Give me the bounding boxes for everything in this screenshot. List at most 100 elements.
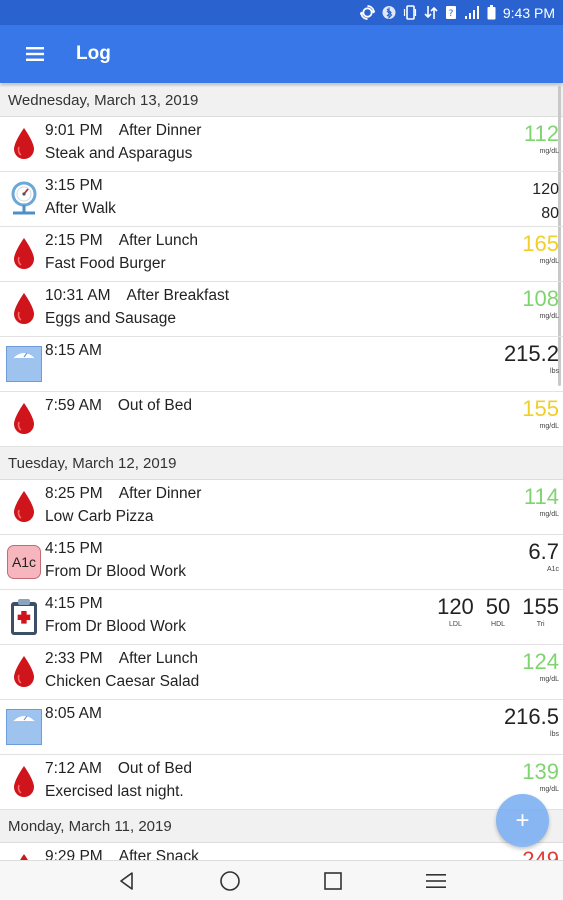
lipid-panel-reading: 120 LDL 50 HDL 155 Tri [437, 594, 559, 629]
blood-drop-icon [6, 488, 42, 526]
entry-time-line: 8:15 AM [45, 342, 102, 360]
reading-unit: mg/dL [539, 423, 559, 430]
home-circle-icon [220, 870, 240, 891]
day-header: Monday, March 11, 2019 [0, 810, 563, 843]
reading-unit: mg/dL [539, 786, 559, 793]
reading-value: 165 [522, 231, 559, 256]
entry-time-line: 8:05 AM [45, 705, 102, 723]
scale-icon [6, 708, 42, 746]
menu-icon [26, 47, 44, 61]
entry-time-line: 2:33 PM After Lunch [45, 650, 198, 668]
reading-unit: mg/dL [539, 313, 559, 320]
log-entry-row[interactable]: 7:59 AM Out of Bed 155 mg/dL [0, 392, 563, 447]
entry-time: 7:59 AM [45, 397, 102, 414]
entry-tag: After Breakfast [126, 287, 230, 304]
recents-square-icon [324, 871, 342, 890]
entry-tag: After Dinner [118, 485, 202, 502]
entry-time: 4:15 PM [45, 540, 103, 557]
reading-unit: mg/dL [539, 676, 559, 683]
reading-unit: mg/dL [539, 511, 559, 518]
svg-text:?: ? [448, 9, 453, 19]
entry-time-line: 10:31 AM After Breakfast [45, 287, 229, 305]
entry-tag: After Dinner [118, 122, 202, 139]
blood-drop-icon [6, 400, 42, 438]
reading-value: 124 [522, 649, 559, 674]
entry-time-line: 4:15 PM [45, 540, 103, 558]
log-entry-row[interactable]: 8:05 AM 216.5 lbs [0, 700, 563, 755]
entry-time: 9:01 PM [45, 122, 103, 139]
back-triangle-icon [119, 871, 133, 890]
vibrate-icon [403, 5, 417, 20]
bluetooth-icon [382, 5, 396, 20]
entry-note: Chicken Caesar Salad [45, 673, 200, 690]
a1c-badge-label: A1c [7, 545, 41, 579]
reading-unit: mg/dL [539, 258, 559, 265]
reading: 108 mg/dL [522, 286, 559, 321]
entry-time-line: 7:59 AM Out of Bed [45, 397, 192, 415]
recents-button[interactable] [313, 861, 353, 900]
battery-icon [487, 5, 496, 20]
entry-note: Eggs and Sausage [45, 310, 176, 327]
log-entry-row[interactable]: 2:15 PM After Lunch Fast Food Burger 165 mg/… [0, 227, 563, 282]
reading-value: 108 [522, 286, 559, 311]
entry-time: 3:15 PM [45, 177, 103, 194]
status-time: 9:43 PM [502, 4, 555, 21]
lipid-ldl: 120 LDL [437, 594, 474, 629]
log-entry-row[interactable]: 9:01 PM After Dinner Steak and Asparagus 11… [0, 117, 563, 172]
entry-time: 10:31 AM [45, 287, 111, 304]
blood-pressure-reading: 120 80 [532, 178, 559, 226]
log-list[interactable]: Wednesday, March 13, 2019 9:01 PM After Di… [0, 84, 563, 860]
entry-time: 7:12 AM [45, 760, 102, 777]
reading-value: 114 [523, 484, 559, 509]
log-entry-row[interactable]: 7:12 AM Out of Bed Exercised last night. 13… [0, 755, 563, 810]
reading-value: 155 [522, 396, 559, 421]
tri-value: 155 [522, 594, 559, 619]
entry-time: 8:05 AM [45, 705, 102, 722]
entry-note: Steak and Asparagus [45, 145, 193, 162]
log-entry-row[interactable]: 4:15 PM From Dr Blood Work 120 LDL 50 HDL 155 T… [0, 590, 563, 645]
blood-drop-icon [6, 763, 42, 801]
entry-time-line: 2:15 PM After Lunch [45, 232, 198, 250]
entry-time-line: 3:15 PM [45, 177, 103, 195]
nav-menu-icon [426, 873, 447, 888]
entry-tag: Out of Bed [117, 760, 192, 777]
entry-time: 8:25 PM [45, 485, 103, 502]
entry-time-line: 7:12 AM Out of Bed [45, 760, 192, 778]
day-header: Tuesday, March 12, 2019 [0, 447, 563, 480]
log-entry-row[interactable]: 10:31 AM After Breakfast Eggs and Sausage 1… [0, 282, 563, 337]
system-nav-bar [0, 860, 563, 900]
entry-note: From Dr Blood Work [45, 563, 186, 580]
status-bar: ? 9:43 PM [0, 0, 563, 25]
menu-nav-button[interactable] [416, 861, 456, 900]
entry-time: 4:15 PM [45, 595, 103, 612]
blood-drop-icon [6, 125, 42, 163]
add-entry-button[interactable]: + [496, 794, 549, 847]
log-entry-row[interactable]: 8:15 AM 215.2 lbs [0, 337, 563, 392]
diastolic-value: 80 [541, 205, 559, 222]
entry-note: After Walk [45, 200, 116, 217]
entry-tag: After Lunch [118, 232, 199, 249]
ldl-unit: LDL [449, 621, 462, 628]
reading-unit: lbs [550, 731, 559, 738]
reading: 124 mg/dL [522, 649, 559, 684]
log-entry-row[interactable]: A1c 4:15 PM From Dr Blood Work 6.7 A1c [0, 535, 563, 590]
entry-time-line: 9:29 PM After Snack [45, 848, 199, 860]
log-entry-row[interactable]: 8:25 PM After Dinner Low Carb Pizza 114 mg/d… [0, 480, 563, 535]
day-header: Wednesday, March 13, 2019 [0, 84, 563, 117]
ldl-value: 120 [437, 594, 474, 619]
blood-drop-icon [6, 653, 42, 691]
reading: 139 mg/dL [522, 759, 559, 794]
entry-note: From Dr Blood Work [45, 618, 186, 635]
back-button[interactable] [107, 861, 147, 900]
reading-value: 249 [522, 847, 559, 861]
entry-time-line: 9:01 PM After Dinner [45, 122, 201, 140]
hdl-value: 50 [485, 594, 511, 619]
reading-value: 139 [522, 759, 559, 784]
log-entry-row[interactable]: 2:33 PM After Lunch Chicken Caesar Salad 12… [0, 645, 563, 700]
reading: 165 mg/dL [522, 231, 559, 266]
hamburger-menu-button[interactable] [0, 25, 70, 83]
reading: 249mg/dL [522, 847, 559, 861]
log-entry-row[interactable]: 9:29 PM After Snack 249mg/dL [0, 843, 563, 860]
log-entry-row[interactable]: 3:15 PM After Walk 120 80 [0, 172, 563, 227]
home-button[interactable] [210, 861, 250, 900]
